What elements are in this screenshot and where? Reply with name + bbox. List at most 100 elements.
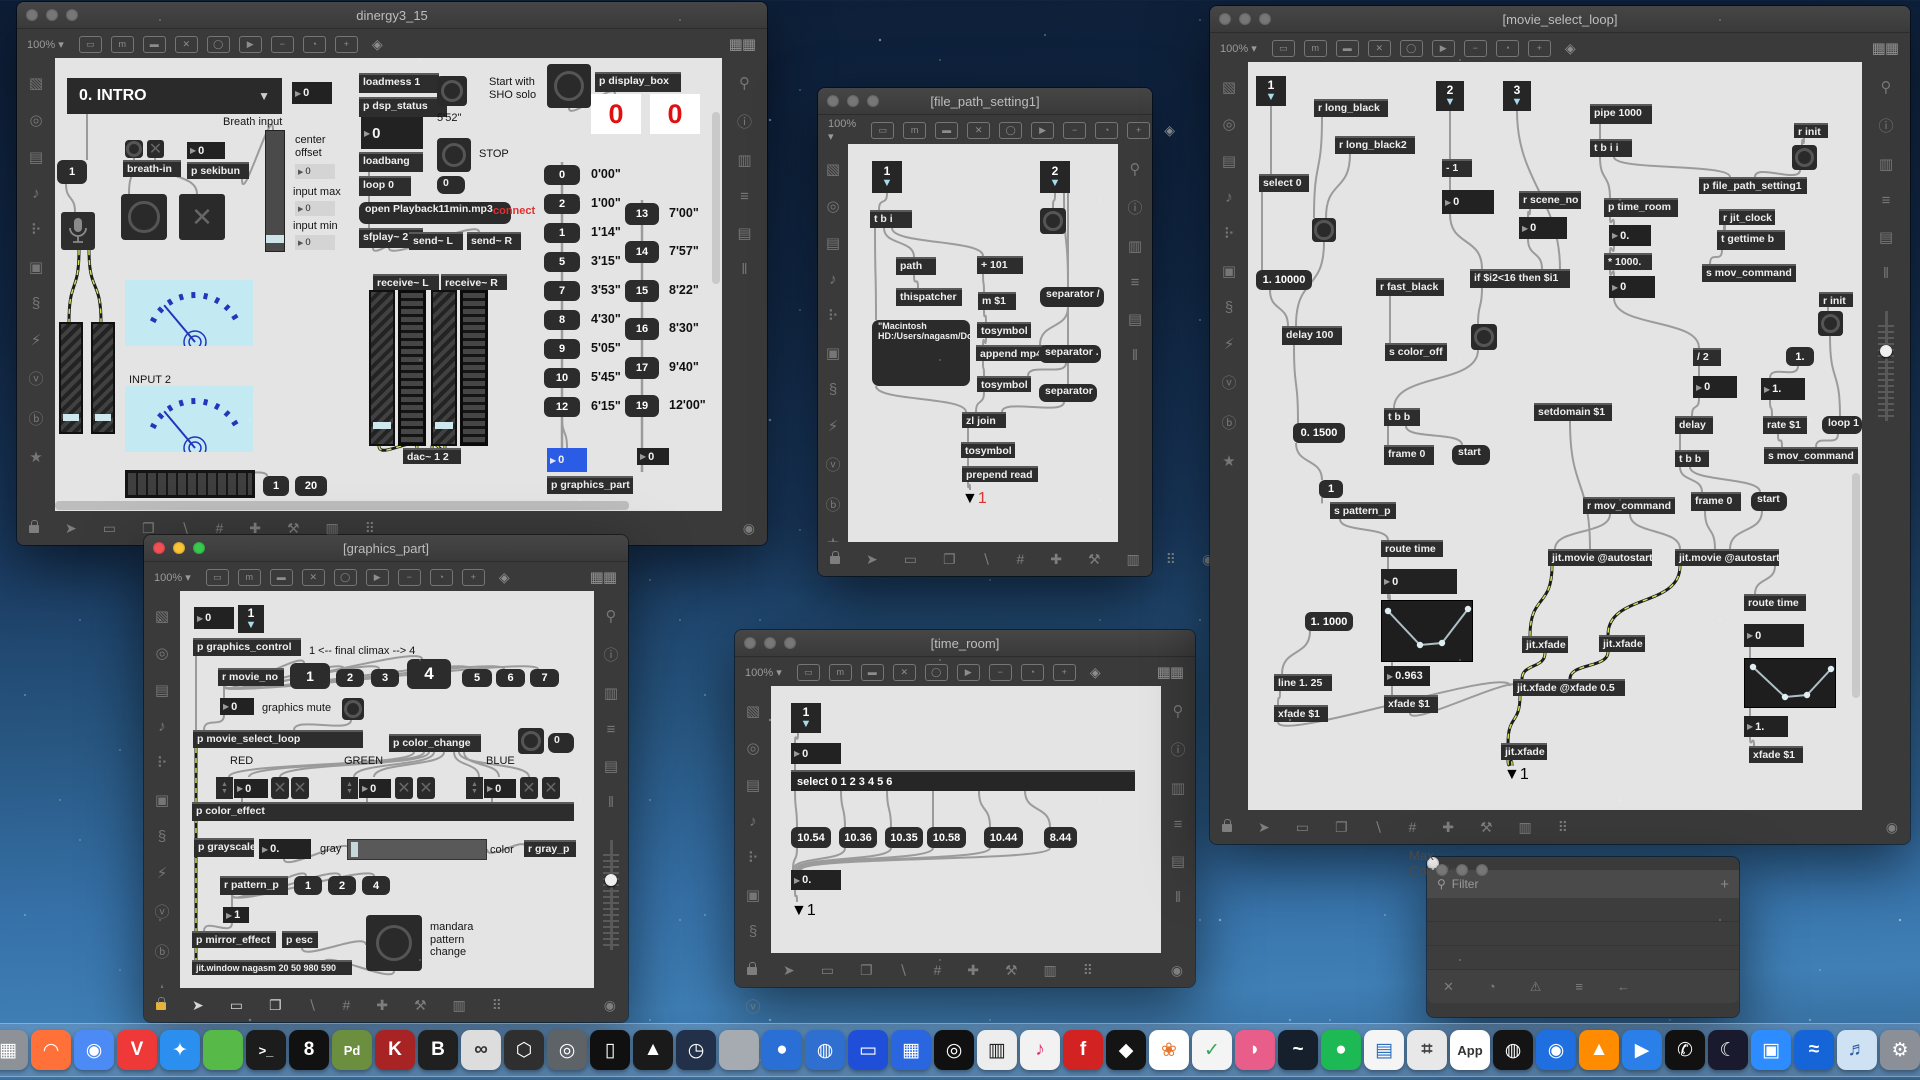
bottom-icon-4[interactable]: # — [1016, 551, 1024, 567]
dock-item-f-red[interactable]: f — [1063, 1030, 1103, 1070]
obj-t-b-b[interactable]: t b b — [1384, 408, 1420, 426]
minimize-icon[interactable] — [764, 637, 776, 649]
dock-item-iphone[interactable]: ▯ — [590, 1030, 630, 1070]
bottom-icon-5[interactable]: ✚ — [967, 962, 979, 979]
obj-frame-0[interactable]: frame 0 — [1384, 445, 1434, 465]
sidebar-right-icon-4[interactable]: ▤ — [1171, 852, 1185, 870]
grid-toggle-icon[interactable]: ▦▦ — [1872, 39, 1898, 57]
sidebar-left-icon-9[interactable]: ⓑ — [825, 494, 840, 515]
sidebar-right-icon-0[interactable]: ⚲ — [1881, 78, 1892, 96]
bang-box[interactable] — [366, 915, 422, 971]
toolbar-icon-4[interactable]: ◯ — [1400, 40, 1423, 57]
minimize-icon[interactable] — [46, 9, 58, 21]
console-bottom-icon-0[interactable]: ✕ — [1443, 979, 1454, 995]
bottom-icon-3[interactable]: ∖ — [1374, 819, 1383, 836]
grid-toggle-icon[interactable]: ▦▦ — [1157, 663, 1183, 681]
obj-t-b-i-i[interactable]: t b i i — [1590, 139, 1632, 157]
toolbar-icon-5[interactable]: ▶ — [1432, 40, 1455, 57]
numplain-1[interactable]: 1 — [544, 223, 580, 243]
obj-p-graphics-part[interactable]: p graphics_part — [547, 476, 633, 494]
sidebar-left-icon-3[interactable]: ♪ — [158, 718, 166, 735]
dock-item-prism[interactable]: ▲ — [633, 1030, 673, 1070]
obj-receive-l[interactable]: receive~ L — [373, 274, 439, 290]
bottom-icon-6[interactable]: ⚒ — [414, 997, 427, 1014]
vslider-box[interactable] — [265, 130, 285, 252]
numplain-7[interactable]: 7 — [544, 281, 580, 301]
msg-start[interactable]: start — [1452, 445, 1490, 465]
traffic-lights[interactable] — [26, 9, 78, 21]
bottom-icon-2[interactable]: ❐ — [142, 520, 155, 537]
obj-p-dsp-status[interactable]: p dsp_status — [359, 97, 447, 117]
obj-route-time[interactable]: route time — [1381, 540, 1443, 557]
lock-icon[interactable] — [156, 997, 166, 1013]
sidebar-left-icon-2[interactable]: ▤ — [155, 681, 169, 699]
bottom-icon-1[interactable]: ▭ — [904, 551, 917, 568]
mslider-box[interactable] — [91, 322, 115, 434]
mslider-box[interactable] — [59, 322, 83, 434]
bang-box[interactable] — [437, 138, 471, 172]
obj-s-pattern-p[interactable]: s pattern_p — [1330, 502, 1396, 519]
msg-start[interactable]: start — [1751, 492, 1787, 511]
num-0-963[interactable]: ▶0.963 — [1384, 666, 1430, 686]
numplain-10-36[interactable]: 10.36 — [839, 827, 877, 848]
bottom-icon-1[interactable]: ▭ — [103, 520, 116, 537]
obj-p-mirror-effect[interactable]: p mirror_effect — [192, 931, 276, 948]
numplain-10-58[interactable]: 10.58 — [927, 827, 966, 848]
obj-breath-in[interactable]: breath-in — [123, 160, 181, 177]
zoom-level[interactable]: 100% ▾ — [1220, 42, 1257, 55]
obj-setdomain-1[interactable]: setdomain $1 — [1534, 403, 1612, 421]
num-0[interactable]: ▶0 — [187, 142, 225, 159]
bottom-icon-6[interactable]: ⚒ — [287, 520, 300, 537]
obj-jit-xfade[interactable]: jit.xfade — [1522, 636, 1568, 653]
numplain-8[interactable]: 8 — [544, 310, 580, 330]
bang-box[interactable] — [125, 140, 143, 158]
graph-box[interactable] — [1744, 658, 1836, 708]
bottom-icon-5[interactable]: ✚ — [1050, 551, 1062, 568]
numplain-3[interactable]: 3 — [371, 669, 399, 687]
sidebar-left-icon-4[interactable]: ⠗ — [748, 849, 759, 867]
num-0[interactable]: ▶0 — [234, 779, 268, 798]
zoom-level[interactable]: 100% ▾ — [154, 571, 191, 584]
bottom-toolbar[interactable]: ➤▭❐∖#✚⚒▥⠿◉ — [144, 988, 628, 1022]
sidebar-left-icon-8[interactable]: ⓥ — [745, 996, 760, 1017]
bottom-icon-0[interactable]: ➤ — [1258, 819, 1270, 836]
obj-loop-0[interactable]: loop 0 — [359, 176, 411, 196]
bottom-icon-2[interactable]: ❐ — [269, 997, 282, 1014]
bottom-toolbar[interactable]: ➤▭❐∖#✚⚒▥⠿◉ — [735, 953, 1195, 987]
msg-separator[interactable]: separator . — [1039, 345, 1101, 363]
bottom-icon-1[interactable]: ▭ — [230, 997, 243, 1014]
obj-p-file-path-setting1[interactable]: p file_path_setting1 — [1699, 177, 1807, 194]
sidebar-left-icon-1[interactable]: ◎ — [826, 197, 839, 215]
numplain-1[interactable]: 1 — [290, 663, 330, 689]
bang-box[interactable] — [437, 76, 467, 106]
obj-select-0[interactable]: select 0 — [1259, 174, 1309, 192]
hslider-box[interactable] — [347, 839, 487, 860]
toolbar-icon-5[interactable]: ▶ — [957, 664, 980, 681]
toolbar-icon-4[interactable]: ◯ — [207, 36, 230, 53]
sidebar-left-icon-9[interactable]: ⓑ — [28, 408, 43, 429]
sidebar-left-icon-10[interactable]: ★ — [29, 448, 42, 466]
sidebar-left-icon-6[interactable]: § — [749, 923, 757, 940]
sidebar-left-icon-0[interactable]: ▧ — [746, 702, 760, 720]
numplain-10[interactable]: 10 — [544, 368, 580, 388]
bottom-icon-5[interactable]: ✚ — [249, 520, 261, 537]
toolbar-icon-4[interactable]: ◯ — [925, 664, 948, 681]
sidebar-left-icon-4[interactable]: ⠗ — [157, 754, 168, 772]
dock[interactable]: ☺▦◠◉V✦>_8PdKB∞⬡◎▯▲◷●◍▭▦◎▥♪f◆❀✓◗~●▤⌗App◍◉… — [0, 1023, 1920, 1077]
sidebar-left-icon-7[interactable]: ⚡ — [1224, 335, 1235, 353]
patcher-canvas-graphics_part[interactable]: ▶01▼p graphics_control1 <-- final climax… — [180, 591, 594, 988]
toolbar-icon-2[interactable]: ▬ — [935, 122, 958, 139]
bang-box[interactable] — [1312, 218, 1336, 242]
dock-item-music[interactable]: ♪ — [1020, 1030, 1060, 1070]
sidebar-right-icon-5[interactable]: ‖ — [1132, 347, 1138, 364]
numplain-7[interactable]: 7 — [530, 669, 559, 687]
msg-0[interactable]: 0 — [548, 733, 574, 753]
close-icon[interactable] — [827, 95, 839, 107]
obj-send-l[interactable]: send~ L — [409, 232, 463, 250]
sidebar-left-icon-5[interactable]: ▣ — [746, 886, 760, 904]
numlight-0[interactable]: ▶0 — [295, 235, 335, 250]
sidebar-right-icon-2[interactable]: ▥ — [1879, 155, 1893, 173]
xtog-box[interactable]: ✕ — [179, 194, 225, 240]
numlight-0[interactable]: ▶0 — [295, 201, 335, 216]
obj-s-color-off[interactable]: s color_off — [1385, 343, 1447, 361]
